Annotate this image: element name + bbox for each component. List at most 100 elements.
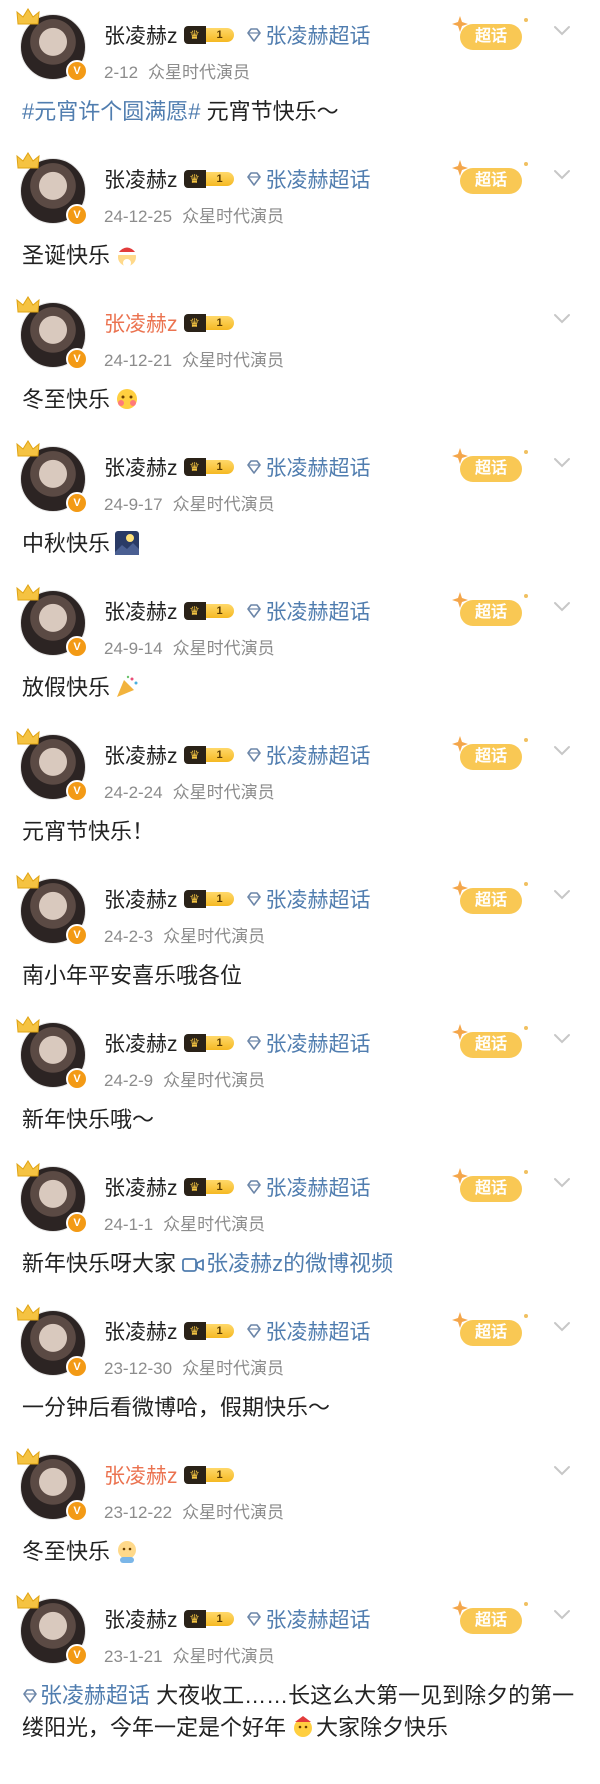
avatar-container[interactable]: V [16,152,88,226]
chevron-down-icon[interactable] [552,1176,572,1190]
username[interactable]: 张凌赫z [104,164,178,194]
chaohua-badge[interactable]: 超话 [452,14,530,54]
avatar-container[interactable]: V [16,584,88,658]
supertopic-link[interactable]: 张凌赫超话 [266,20,371,50]
weibo-post[interactable]: V 张凌赫z ♛ 1 张凌赫超话 23-12-30 众星时代演员 超话 一分钟后看微博哈，假期快… [0,1296,600,1440]
moon-night-emoji [114,530,140,556]
supertopic-link[interactable]: 张凌赫超话 [266,452,371,482]
avatar-container[interactable]: V [16,440,88,514]
username[interactable]: 张凌赫z [104,596,178,626]
avatar-container[interactable]: V [16,1160,88,1234]
chevron-down-icon[interactable] [552,888,572,902]
chevron-down-icon[interactable] [552,168,572,182]
username[interactable]: 张凌赫z [104,1028,178,1058]
chevron-down-icon[interactable] [552,1608,572,1622]
supertopic-link[interactable]: 张凌赫超话 [266,164,371,194]
chaohua-badge[interactable]: 超话 [452,1166,530,1206]
level-badge: ♛ 1 [183,746,234,764]
username[interactable]: 张凌赫z [104,452,178,482]
chaohua-badge[interactable]: 超话 [452,878,530,918]
username[interactable]: 张凌赫z [104,1604,178,1634]
avatar-container[interactable]: V [16,1448,88,1522]
level-crown-icon: ♛ [183,1178,206,1196]
weibo-post[interactable]: V 张凌赫z ♛ 1 张凌赫超话 24-1-1 众星时代演员 超话 新年快乐呀大家 张凌赫z的微… [0,1152,600,1296]
hug-emoji [114,386,140,412]
username[interactable]: 张凌赫z [104,1460,178,1490]
supertopic-link[interactable]: 张凌赫超话 [266,884,371,914]
avatar-container[interactable]: V [16,8,88,82]
avatar-container[interactable]: V [16,872,88,946]
weibo-post[interactable]: V 张凌赫z ♛ 1 张凌赫超话 2-12 众星时代演员 超话 #元宵许个圆满愿# 元宵节快乐～ [0,0,600,144]
supertopic-link[interactable]: 张凌赫超话 [266,740,371,770]
weibo-post[interactable]: V 张凌赫z ♛ 1 张凌赫超话 24-9-14 众星时代演员 超话 放假快乐 [0,576,600,720]
verified-v-icon: V [66,204,88,226]
chaohua-badge[interactable]: 超话 [452,1022,530,1062]
chevron-down-icon[interactable] [552,456,572,470]
post-meta: 24-9-17 众星时代演员 [104,490,275,515]
supertopic-link[interactable]: 张凌赫超话 [266,1604,371,1634]
chevron-down-icon[interactable] [552,1464,572,1478]
avatar-container[interactable]: V [16,1592,88,1666]
supertopic-diamond-icon [246,1179,262,1195]
post-text: 一分钟后看微博哈，假期快乐～ [22,1392,582,1424]
crown-icon [16,1448,40,1468]
post-header: 张凌赫z ♛ 1 张凌赫超话 [104,22,371,48]
chaohua-badge[interactable]: 超话 [452,590,530,630]
avatar-container[interactable]: V [16,728,88,802]
crown-icon [16,440,40,460]
baby-emoji [114,1538,140,1564]
post-source: 众星时代演员 [163,1071,266,1090]
weibo-post[interactable]: V 张凌赫z ♛ 1 张凌赫超话 24-9-17 众星时代演员 超话 中秋快乐 [0,432,600,576]
chaohua-label: 超话 [460,24,522,50]
post-meta: 24-2-24 众星时代演员 [104,778,275,803]
supertopic-link[interactable]: 张凌赫超话 [40,1683,150,1708]
level-crown-icon: ♛ [183,1322,206,1340]
weibo-post[interactable]: V 张凌赫z ♛ 1 张凌赫超话 24-2-9 众星时代演员 超话 新年快乐哦～ [0,1008,600,1152]
verified-v-icon: V [66,348,88,370]
supertopic-link[interactable]: 张凌赫超话 [266,1028,371,1058]
level-number: 1 [205,892,234,906]
chevron-down-icon[interactable] [552,744,572,758]
post-header: 张凌赫z ♛ 1 张凌赫超话 [104,1174,371,1200]
weibo-post[interactable]: V 张凌赫z ♛ 1 张凌赫超话 24-2-3 众星时代演员 超话 南小年平安喜乐哦各位 [0,864,600,1008]
chaohua-label: 超话 [460,1032,522,1058]
weibo-post[interactable]: V 张凌赫z ♛ 1 张凌赫超话 23-1-21 众星时代演员 超话 张凌赫超话 大夜收工……长… [0,1584,600,1764]
weibo-post[interactable]: V 张凌赫z ♛ 1 张凌赫超话 24-2-24 众星时代演员 超话 元宵节快乐！ [0,720,600,864]
chevron-down-icon[interactable] [552,1032,572,1046]
weibo-feed: V 张凌赫z ♛ 1 张凌赫超话 2-12 众星时代演员 超话 #元宵许个圆满愿# 元宵节快乐～… [0,0,600,1764]
chaohua-badge[interactable]: 超话 [452,158,530,198]
video-link[interactable]: 张凌赫z的微博视频 [182,1251,393,1276]
username[interactable]: 张凌赫z [104,308,178,338]
post-source: 众星时代演员 [163,1215,266,1234]
username[interactable]: 张凌赫z [104,1316,178,1346]
username[interactable]: 张凌赫z [104,20,178,50]
username[interactable]: 张凌赫z [104,1172,178,1202]
avatar-container[interactable]: V [16,1304,88,1378]
username[interactable]: 张凌赫z [104,740,178,770]
avatar-container[interactable]: V [16,1016,88,1090]
chevron-down-icon[interactable] [552,24,572,38]
chaohua-badge[interactable]: 超话 [452,734,530,774]
avatar-container[interactable]: V [16,296,88,370]
chaohua-badge[interactable]: 超话 [452,446,530,486]
supertopic-link[interactable]: 张凌赫超话 [266,596,371,626]
post-date: 24-2-9 [104,1071,154,1090]
hashtag-link[interactable]: #元宵许个圆满愿# [22,99,200,124]
weibo-post[interactable]: V 张凌赫z ♛ 1 张凌赫超话 24-12-25 众星时代演员 超话 圣诞快乐 [0,144,600,288]
supertopic-link[interactable]: 张凌赫超话 [266,1172,371,1202]
level-badge: ♛ 1 [183,1322,234,1340]
chevron-down-icon[interactable] [552,1320,572,1334]
weibo-post[interactable]: V 张凌赫z ♛ 1 24-12-21 众星时代演员 冬至快乐 [0,288,600,432]
username[interactable]: 张凌赫z [104,884,178,914]
chevron-down-icon[interactable] [552,312,572,326]
level-number: 1 [205,460,234,474]
chaohua-badge[interactable]: 超话 [452,1310,530,1350]
supertopic-link[interactable]: 张凌赫超话 [266,1316,371,1346]
weibo-post[interactable]: V 张凌赫z ♛ 1 23-12-22 众星时代演员 冬至快乐 [0,1440,600,1584]
chevron-down-icon[interactable] [552,600,572,614]
post-date: 2-12 [104,63,139,82]
post-date: 24-2-3 [104,927,154,946]
crown-icon [16,296,40,316]
chaohua-badge[interactable]: 超话 [452,1598,530,1638]
new-year-emoji [290,1714,316,1740]
